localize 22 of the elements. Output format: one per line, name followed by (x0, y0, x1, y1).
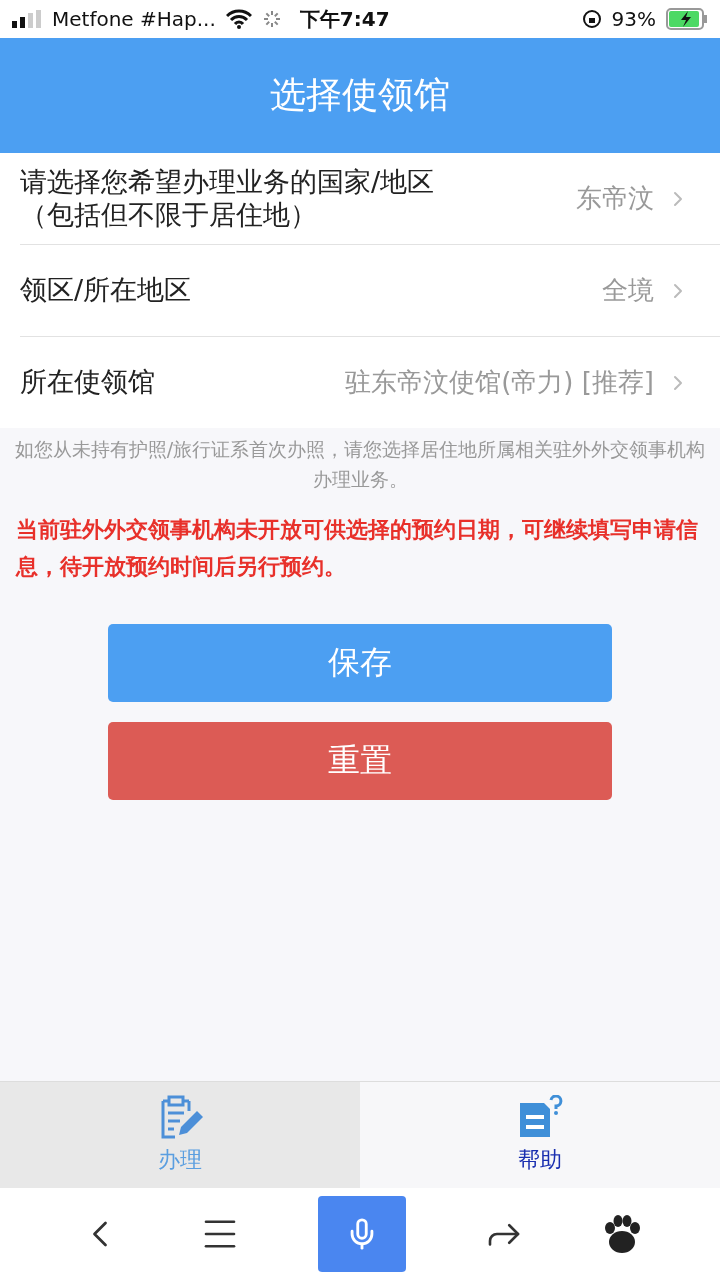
row-label-note: （包括但不限于居住地） (20, 198, 318, 231)
save-button[interactable]: 保存 (108, 623, 612, 702)
carrier-name: Metfone #Hap... (52, 7, 216, 31)
battery-charging-icon (666, 8, 708, 30)
battery-percent: 93% (611, 7, 656, 31)
hint-text: 如您从未持有护照/旅行证系首次办照，请您选择居住地所属相关驻外外交领事机构办理业务。 (13, 437, 707, 493)
page-title: 选择使领馆 (270, 73, 450, 117)
row-label: 领区/所在地区 (20, 274, 192, 307)
wifi-icon (225, 9, 252, 29)
loading-spinner-icon (261, 9, 282, 29)
row-value[interactable]: 驻东帝汶使馆(帝力) [推荐] (345, 365, 690, 400)
row-label: 所在使领馆 (20, 366, 155, 399)
rotation-lock-icon (581, 9, 602, 29)
status-time: 下午7:47 (299, 5, 390, 33)
reset-button[interactable]: 重置 (108, 721, 612, 800)
row-value[interactable]: 全境 (602, 273, 690, 308)
voice-button[interactable] (318, 1196, 406, 1272)
warning-text: 当前驻外外交领事机构未开放可供选择的预约日期，可继续填写申请信息，待开放预约时间后另行预约。 (14, 515, 699, 582)
row-label: 请选择您希望办理业务的国家/地区 (20, 166, 435, 199)
signal-icon (12, 10, 42, 28)
tab[interactable]: 办理 (0, 1082, 360, 1188)
row-value[interactable]: 东帝汶 (576, 181, 690, 216)
